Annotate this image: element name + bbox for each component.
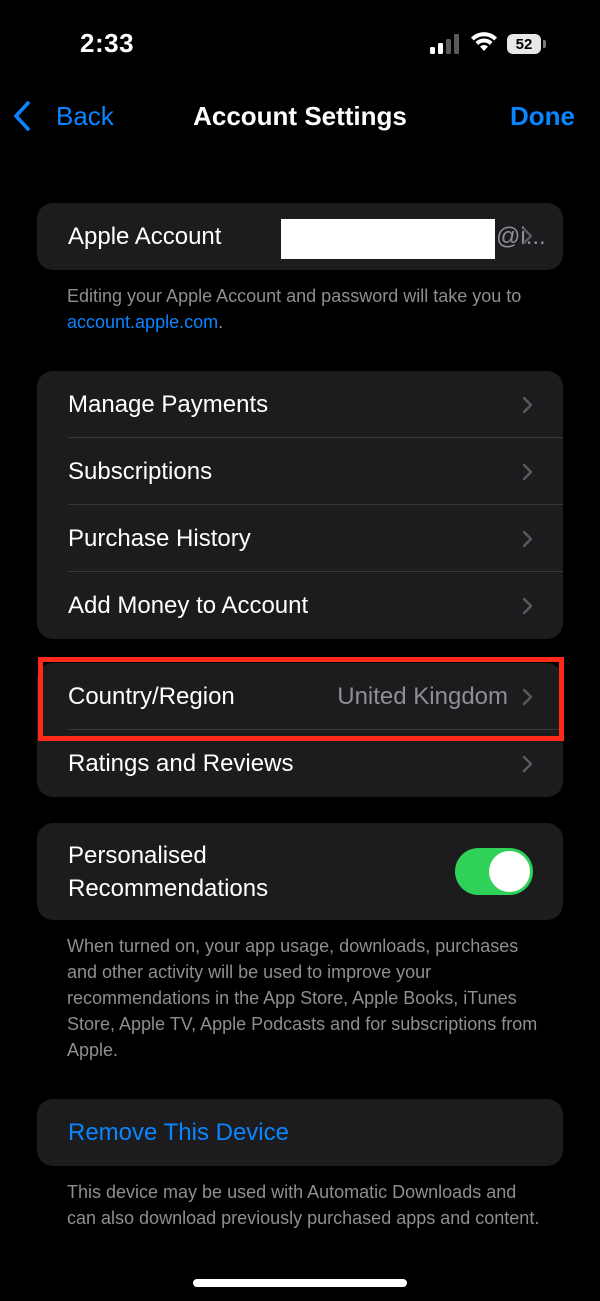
recommendations-note: When turned on, your app usage, download… bbox=[67, 936, 538, 1060]
personalised-recommendations-label: Personalised Recommendations bbox=[68, 841, 269, 902]
personalised-recommendations-row: Personalised Recommendations bbox=[37, 823, 563, 920]
manage-payments-row[interactable]: Manage Payments bbox=[37, 371, 563, 438]
battery-level: 52 bbox=[515, 35, 533, 53]
cellular-signal-icon bbox=[430, 34, 459, 54]
personalised-recommendations-toggle[interactable] bbox=[455, 848, 533, 895]
apple-account-group: Apple Account @i... bbox=[37, 203, 563, 270]
device-note: This device may be used with Automatic D… bbox=[67, 1182, 540, 1228]
apple-account-email-suffix: @i... bbox=[496, 222, 546, 250]
done-button[interactable]: Done bbox=[510, 101, 575, 132]
subscriptions-row[interactable]: Subscriptions bbox=[37, 438, 563, 505]
recommendations-group: Personalised Recommendations bbox=[37, 823, 563, 920]
toggle-knob bbox=[489, 851, 530, 892]
ratings-reviews-label: Ratings and Reviews bbox=[68, 749, 294, 777]
chevron-right-icon bbox=[522, 396, 533, 413]
add-money-label: Add Money to Account bbox=[68, 591, 309, 619]
chevron-right-icon bbox=[522, 597, 533, 614]
chevron-right-icon bbox=[522, 463, 533, 480]
status-time: 2:33 bbox=[80, 28, 135, 58]
apple-account-row[interactable]: Apple Account @i... bbox=[37, 203, 563, 270]
device-group: Remove This Device bbox=[37, 1099, 563, 1166]
remove-device-button[interactable]: Remove This Device bbox=[37, 1099, 563, 1166]
purchase-history-label: Purchase History bbox=[68, 524, 251, 552]
chevron-right-icon bbox=[522, 530, 533, 547]
add-money-row[interactable]: Add Money to Account bbox=[37, 572, 563, 639]
apple-account-note: Editing your Apple Account and password … bbox=[67, 286, 522, 332]
purchase-history-row[interactable]: Purchase History bbox=[37, 505, 563, 572]
battery-icon: 52 bbox=[507, 34, 541, 54]
home-indicator[interactable] bbox=[193, 1279, 407, 1287]
battery-tip bbox=[543, 40, 546, 48]
chevron-right-icon bbox=[522, 755, 533, 772]
subscriptions-label: Subscriptions bbox=[68, 457, 213, 485]
highlight-box bbox=[38, 657, 564, 741]
redacted-email bbox=[281, 219, 495, 259]
apple-account-label: Apple Account bbox=[68, 222, 222, 250]
account-apple-link[interactable]: account.apple.com bbox=[67, 312, 218, 332]
chevron-right-icon bbox=[522, 227, 533, 245]
payments-group: Manage Payments Subscriptions Purchase H… bbox=[37, 371, 563, 639]
manage-payments-label: Manage Payments bbox=[68, 390, 269, 418]
wifi-icon bbox=[471, 32, 497, 51]
